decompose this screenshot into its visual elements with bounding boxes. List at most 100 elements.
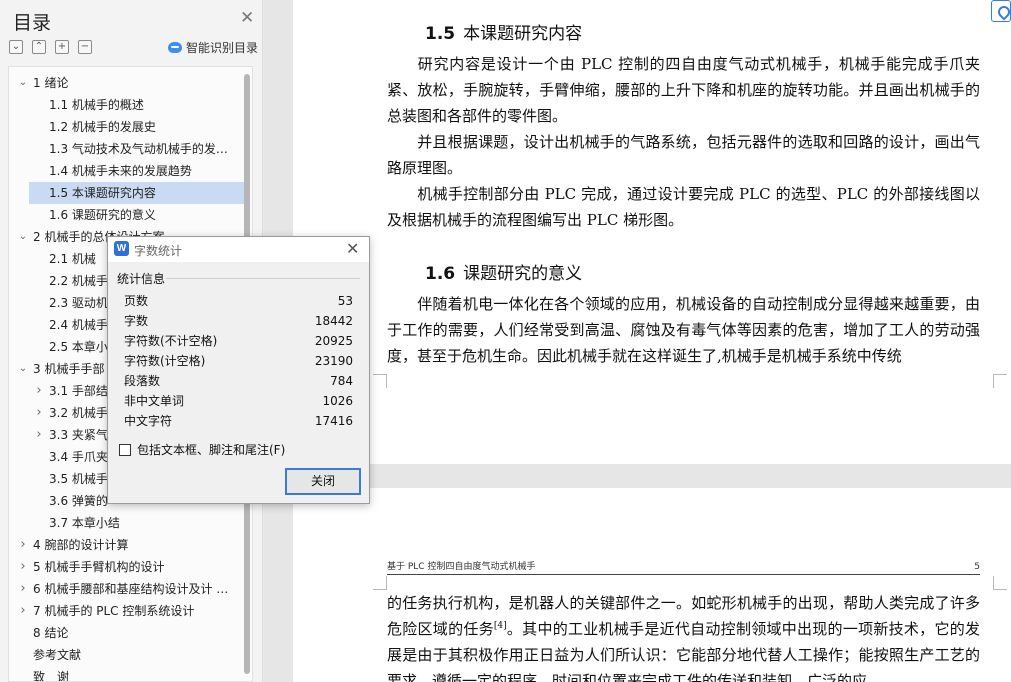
toc-item[interactable]: 1.5 本课题研究内容 xyxy=(29,182,244,204)
chevron-down-icon[interactable]: ⌄ xyxy=(17,226,29,248)
paragraph-text: 并且根据课题，设计出机械手的气路系统，包括元器件的选取和回路的设计，画出气路原理… xyxy=(387,133,980,177)
toc-item-label: 7 机械手的 PLC 控制系统设计 xyxy=(33,604,195,618)
toc-item-label: 8 结论 xyxy=(33,626,69,640)
expand-up-icon[interactable]: ⌃ xyxy=(32,40,46,54)
stat-label: 段落数 xyxy=(124,374,161,388)
dialog-title: 字数统计 xyxy=(134,244,183,258)
dialog-close-icon[interactable]: ✕ xyxy=(346,239,359,258)
chevron-right-icon[interactable]: › xyxy=(33,402,45,424)
stat-row: 字符数(计空格) 23190 xyxy=(124,351,353,371)
remove-level-icon[interactable]: − xyxy=(78,40,92,54)
stat-value: 53 xyxy=(337,294,353,308)
include-textbox-checkbox-row[interactable]: 包括文本框、脚注和尾注(F) xyxy=(119,441,285,458)
chevron-right-icon[interactable]: › xyxy=(17,556,29,578)
toc-item[interactable]: › 7 机械手的 PLC 控制系统设计 xyxy=(9,600,249,622)
stat-row: 中文字符 17416 xyxy=(124,411,353,431)
margin-corner-mark xyxy=(993,576,1007,590)
toc-item-label: 1.1 机械手的概述 xyxy=(49,98,144,112)
chevron-right-icon[interactable]: › xyxy=(33,424,45,446)
stat-row: 非中文单词 1026 xyxy=(124,391,353,411)
smart-toc-button[interactable]: 智能识别目录 xyxy=(168,39,258,56)
stat-row: 字符数(不计空格) 20925 xyxy=(124,331,353,351)
toc-item[interactable]: 8 结论 xyxy=(9,622,249,644)
toc-item-label: 1.6 课题研究的意义 xyxy=(49,208,156,222)
stat-value: 18442 xyxy=(314,314,353,328)
toc-item-label: 3.4 手爪夹 xyxy=(49,450,108,464)
paragraph: 伴随着机电一体化在各个领域的应用，机械设备的自动控制成分显得越来越重要，由于工作… xyxy=(387,291,980,369)
toc-item-label: 2.5 本章小 xyxy=(49,340,108,354)
toc-close-icon[interactable]: ✕ xyxy=(240,10,254,27)
toc-item-label: 6 机械手腰部和基座结构设计及计 … xyxy=(33,582,229,596)
location-pin-icon[interactable] xyxy=(991,0,1011,22)
toc-item-label: 致 谢 xyxy=(33,670,70,682)
close-button[interactable]: 关闭 xyxy=(285,468,361,495)
reference-superscript[interactable]: [4] xyxy=(494,621,507,631)
checkbox-label: 包括文本框、脚注和尾注(F) xyxy=(137,443,286,457)
chevron-right-icon[interactable]: › xyxy=(33,380,45,402)
chevron-down-icon[interactable]: ⌄ xyxy=(17,72,29,94)
toc-item-label: 1.5 本课题研究内容 xyxy=(49,186,156,200)
stat-row: 段落数 784 xyxy=(124,371,353,391)
section-title: 课题研究的意义 xyxy=(463,264,583,284)
running-header-text: 基于 PLC 控制四自由度气动式机械手 xyxy=(387,562,536,572)
toc-item-label: 3.3 夹紧气 xyxy=(49,428,108,442)
chevron-down-icon[interactable]: ⌄ xyxy=(17,358,29,380)
toc-item[interactable]: › 4 腕部的设计计算 xyxy=(9,534,249,556)
section-heading-1-5: 1.5 本课题研究内容 xyxy=(425,19,582,44)
smart-toc-label: 智能识别目录 xyxy=(186,41,259,55)
stats-section-label: 统计信息 xyxy=(117,272,166,286)
toc-item-label: 2.3 驱动机 xyxy=(49,296,108,310)
collapse-all-icon[interactable]: ⌄ xyxy=(9,40,23,54)
toc-item[interactable]: ⌄ 1 绪论 xyxy=(9,72,249,94)
toc-item-label: 1.3 气动技术及气动机械手的发… xyxy=(49,142,228,156)
stat-value: 20925 xyxy=(314,334,353,348)
paragraph: 并且根据课题，设计出机械手的气路系统，包括元器件的选取和回路的设计，画出气路原理… xyxy=(387,129,980,181)
toc-item[interactable]: › 6 机械手腰部和基座结构设计及计 … xyxy=(9,578,249,600)
toc-toolbar: ⌄ ⌃ + − xyxy=(9,40,92,54)
toc-item[interactable]: 1.4 机械手未来的发展趋势 xyxy=(9,160,249,182)
page-number: 5 xyxy=(974,562,980,572)
chevron-right-icon[interactable]: › xyxy=(17,600,29,622)
paragraph-text: 研究内容是设计一个由 PLC 控制的四自由度气动式机械手，机械手能完成手爪夹紧、… xyxy=(387,55,980,125)
margin-corner-mark xyxy=(373,576,387,590)
wps-writer-window: 目录 ✕ ⌄ ⌃ + − 智能识别目录 ⌄ 1 绪论 1.1 机械手的概述 1.2 机… xyxy=(0,0,1011,682)
stat-label: 字数 xyxy=(124,314,149,328)
word-count-dialog: W 字数统计 ✕ 统计信息 页数 53 字数 18442 字符数(不计空格) 20925 字… xyxy=(107,236,370,504)
section-title: 本课题研究内容 xyxy=(463,24,583,44)
toc-item[interactable]: › 5 机械手手臂机构的设计 xyxy=(9,556,249,578)
chevron-right-icon[interactable]: › xyxy=(17,534,29,556)
toc-item-label: 1.4 机械手未来的发展趋势 xyxy=(49,164,192,178)
toc-item[interactable]: 1.2 机械手的发展史 xyxy=(9,116,249,138)
toc-item[interactable]: 1.6 课题研究的意义 xyxy=(9,204,249,226)
paragraph: 的任务执行机构，是机器人的关键部件之一。如蛇形机械手的出现，帮助人类完成了许多危… xyxy=(387,590,980,682)
toc-item-label: 2.4 机械手 xyxy=(49,318,108,332)
paragraph-text: 机械手控制部分由 PLC 完成，通过设计要完成 PLC 的选型、PLC 的外部接… xyxy=(387,185,980,229)
toc-item-label: 4 腕部的设计计算 xyxy=(33,538,129,552)
stat-row: 字数 18442 xyxy=(124,311,353,331)
document-area: ▾ 1.5本课题研究内容 研究内容是设计一个由 PLC 控制的四自由度气动式机械… xyxy=(264,0,1011,682)
page-2: 基于 PLC 控制四自由度气动式机械手 5 的任务执行机构，是机器人的关键部件之… xyxy=(293,488,1011,682)
toc-item-label: 1.2 机械手的发展史 xyxy=(49,120,156,134)
toc-item-label: 参考文献 xyxy=(33,648,82,662)
section-heading-1-6: 1.6 课题研究的意义 xyxy=(425,259,582,284)
stat-value: 23190 xyxy=(314,354,353,368)
include-textbox-checkbox[interactable] xyxy=(119,443,131,456)
toc-item[interactable]: 1.1 机械手的概述 xyxy=(9,94,249,116)
stat-label: 字符数(计空格) xyxy=(124,354,206,368)
wps-app-icon: W xyxy=(114,241,129,256)
stat-value: 784 xyxy=(330,374,353,388)
toc-item[interactable]: 1.3 气动技术及气动机械手的发… xyxy=(9,138,249,160)
toc-item[interactable]: 致 谢 xyxy=(9,666,249,682)
add-level-icon[interactable]: + xyxy=(55,40,69,54)
toc-item-label: 3.6 弹簧的 xyxy=(49,494,108,508)
dialog-titlebar[interactable]: W 字数统计 ✕ xyxy=(108,237,369,262)
toc-item[interactable]: 参考文献 xyxy=(9,644,249,666)
paragraph: 机械手控制部分由 PLC 完成，通过设计要完成 PLC 的选型、PLC 的外部接… xyxy=(387,181,980,233)
toc-item[interactable]: 3.7 本章小结 xyxy=(9,512,249,534)
chevron-right-icon[interactable]: › xyxy=(17,578,29,600)
stat-label: 中文字符 xyxy=(124,414,173,428)
stat-label: 非中文单词 xyxy=(124,394,185,408)
toc-item-label: 2.2 机械手 xyxy=(49,274,108,288)
toc-item-label: 2.1 机械 xyxy=(49,252,96,266)
toc-item-label: 1 绪论 xyxy=(33,76,69,90)
